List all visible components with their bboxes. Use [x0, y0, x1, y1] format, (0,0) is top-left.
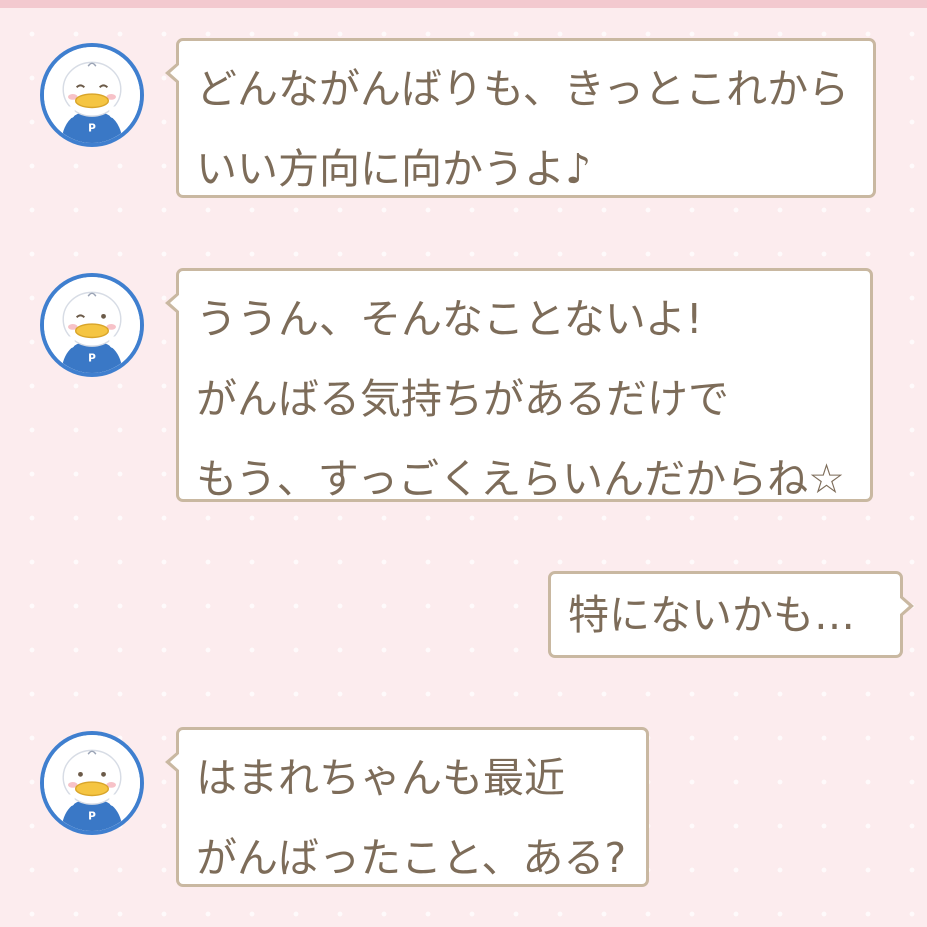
message-bubble: はまれちゃんも最近 がんばったこと、ある?	[165, 727, 649, 887]
message-text-line: いい方向に向かうよ♪	[196, 145, 592, 193]
message-text-line: がんばる気持ちがあるだけで	[196, 375, 729, 423]
badge-letter: P	[88, 122, 96, 134]
pekkle-avatar[interactable]: P	[40, 273, 144, 377]
message-bubble: どんながんばりも、きっとこれから いい方向に向かうよ♪	[165, 38, 876, 198]
message-text-line: もう、すっごくえらいんだからね☆	[196, 455, 845, 503]
pekkle-avatar[interactable]: P	[40, 731, 144, 835]
duck-character-icon: P	[44, 277, 140, 373]
message-text-line: はまれちゃんも最近	[196, 754, 565, 802]
message-bubble: ううん、そんなことないよ! がんばる気持ちがあるだけで もう、すっごくえらいんだ…	[165, 268, 873, 503]
pekkle-avatar[interactable]: P	[40, 43, 144, 147]
message-text-line: どんながんばりも、きっとこれから	[196, 65, 850, 113]
message-text-line: がんばったこと、ある?	[196, 834, 627, 882]
duck-character-icon: P	[44, 735, 140, 831]
message-text-line: ううん、そんなことないよ!	[196, 295, 703, 343]
message-text-line: 特にないかも…	[568, 591, 855, 639]
badge-letter: P	[88, 810, 96, 822]
badge-letter: P	[88, 352, 96, 364]
message-bubble: 特にないかも…	[548, 571, 914, 658]
top-header-strip	[0, 0, 927, 8]
duck-character-icon: P	[44, 47, 140, 143]
